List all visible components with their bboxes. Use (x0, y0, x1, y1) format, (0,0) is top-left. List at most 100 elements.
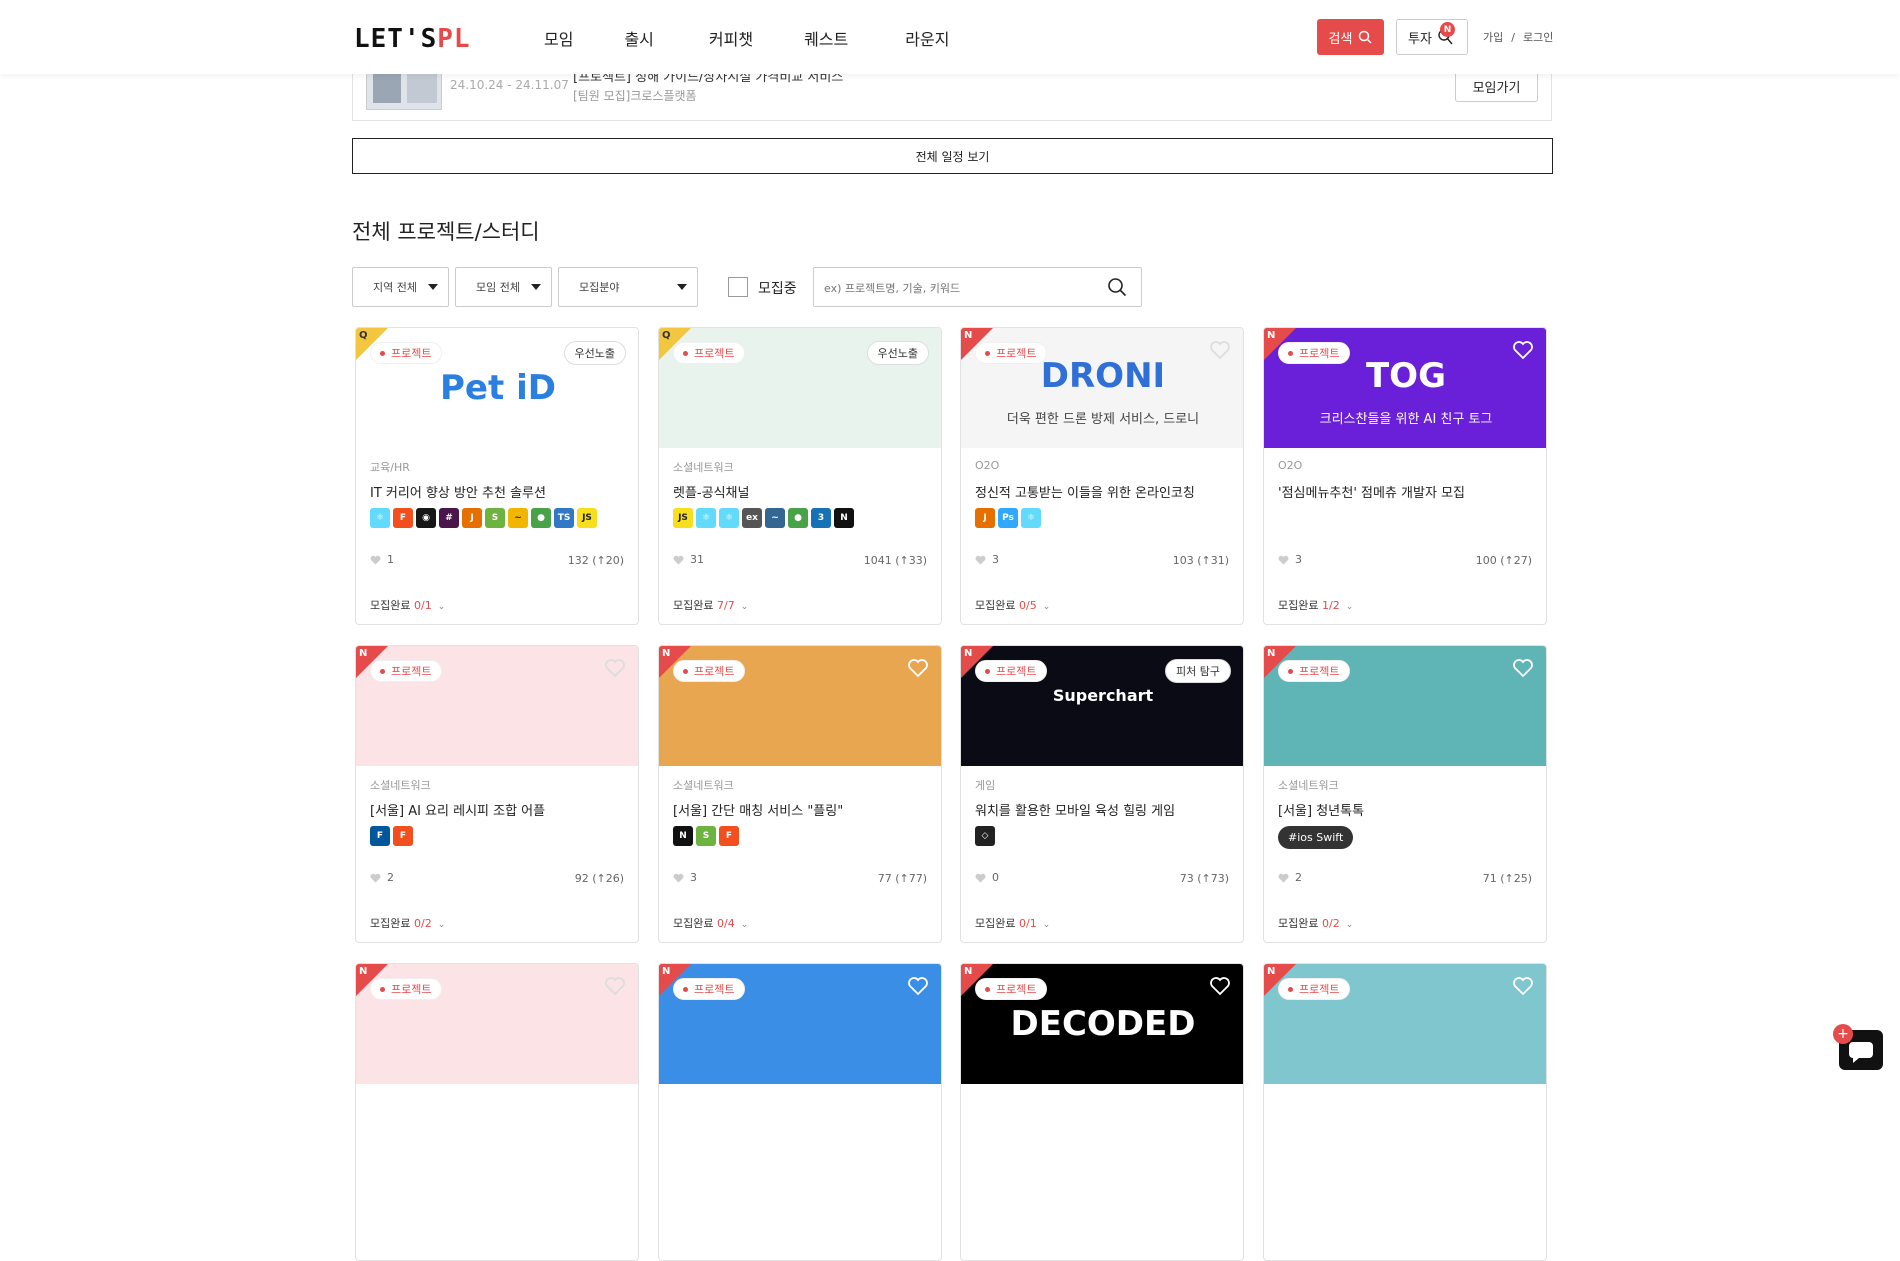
tech-stack-icon: J (975, 508, 995, 528)
site-logo[interactable]: LET'SPL (354, 24, 471, 54)
nav-launch[interactable]: 출시 (624, 26, 653, 50)
project-card[interactable]: N 프로젝트 (658, 963, 942, 1261)
project-card[interactable]: Q 프로젝트 우선노출 소셜네트워크 렛플-공식채널 JS ⚛ ⚛ ex ~ ● 3 N 31 1041 (… (658, 327, 942, 625)
nav-coffeechat[interactable]: 커피챗 (709, 26, 753, 50)
project-card[interactable]: DECODED N 프로젝트 (960, 963, 1244, 1261)
tech-stack-icon: S (696, 826, 716, 846)
tech-stack-icon: F (719, 826, 739, 846)
heart-icon[interactable] (907, 976, 929, 996)
tech-stack-icon: TS (554, 508, 574, 528)
card-title[interactable]: [서울] 간단 매칭 서비스 "플링" (673, 800, 843, 819)
heart-icon[interactable] (604, 658, 626, 678)
nav-quest[interactable]: 퀘스트 (804, 26, 848, 50)
banner-subtext: 크리스찬들을 위한 AI 친구 토그 (1319, 412, 1493, 427)
card-title[interactable]: IT 커리어 향상 방안 추천 솔루션 (370, 482, 546, 501)
card-view-count: 132 (↑20) (567, 554, 624, 567)
heart-icon[interactable] (604, 976, 626, 996)
schedule-date: 24.10.24 - 24.11.07 (450, 78, 569, 92)
invest-button[interactable]: 투자 N (1396, 19, 1468, 55)
tech-stack-list: FF (370, 826, 413, 846)
card-recruit-status[interactable]: 모집완료 0/2 ⌄ (370, 915, 445, 931)
tech-tag-pill: #ios Swift (1278, 826, 1354, 849)
recruiting-checkbox[interactable] (728, 277, 748, 297)
tech-stack-list: J Ps ⚛ (975, 508, 1041, 528)
nav-meeting[interactable]: 모임 (544, 26, 573, 50)
card-corner-letter: N (662, 966, 671, 977)
status-count: 0/2 (1321, 917, 1340, 930)
card-corner-letter: N (964, 966, 973, 977)
chat-button[interactable]: + (1833, 1024, 1883, 1070)
auth-links: 가입 / 로그인 (1479, 29, 1557, 45)
status-label: 모집완료 (370, 917, 411, 930)
card-recruit-status[interactable]: 모집완료 1/2 ⌄ (1278, 597, 1353, 613)
project-card[interactable]: N 프로젝트 소셜네트워크 [서울] 간단 매칭 서비스 "플링" N S F 3 77 (↑7… (658, 645, 942, 943)
status-label: 모집완료 (975, 917, 1016, 930)
search-button[interactable]: 검색 (1317, 19, 1384, 55)
logo-main: LET'S (354, 24, 438, 54)
login-link[interactable]: 로그인 (1523, 31, 1553, 44)
tech-stack-icon: JS (577, 508, 597, 528)
card-title[interactable]: [서울] AI 요리 레시피 조합 어플 (370, 800, 545, 819)
signup-link[interactable]: 가입 (1483, 31, 1503, 44)
heart-icon[interactable] (1512, 976, 1534, 996)
card-category: O2O (975, 459, 1000, 472)
card-promo-badge: 우선노출 (866, 341, 929, 365)
region-filter[interactable]: 지역 전체 (352, 267, 449, 307)
invest-button-label: 투자 (1408, 31, 1432, 47)
search-icon[interactable] (1107, 277, 1127, 297)
card-title[interactable]: 정신적 고통받는 이들을 위한 온라인코칭 (975, 482, 1195, 501)
heart-icon[interactable] (1209, 340, 1231, 360)
card-view-count: 71 (↑25) (1482, 872, 1532, 885)
project-card[interactable]: Pet iD Q 프로젝트 우선노출 교육/HR IT 커리어 향상 방안 추천 솔루션 ⚛… (355, 327, 639, 625)
card-type-badge: 프로젝트 (370, 660, 443, 682)
view-all-schedule-button[interactable]: 전체 일정 보기 (352, 138, 1553, 174)
status-count: 7/7 (716, 599, 735, 612)
card-corner-letter: N (1267, 330, 1276, 341)
main-nav: 모임 출시 커피챗 퀘스트 라운지 (544, 26, 949, 50)
card-type-badge: 프로젝트 (370, 342, 443, 364)
card-likes: 31 (673, 553, 704, 566)
card-type-badge: 프로젝트 (370, 978, 443, 1000)
card-title[interactable]: '점심메뉴추천' 점메츄 개발자 모집 (1278, 482, 1465, 501)
project-search-input[interactable] (824, 278, 1084, 298)
project-card[interactable]: N 프로젝트 소셜네트워크 [서울] AI 요리 레시피 조합 어플 F F 2 92 (↑2… (355, 645, 639, 943)
card-title[interactable]: 워치를 활용한 모바일 육성 힐링 게임 (975, 800, 1175, 819)
card-recruit-status[interactable]: 모집완료 7/7 ⌄ (673, 597, 748, 613)
logo-accent: PL (437, 24, 471, 54)
invest-new-badge: N (1440, 22, 1455, 37)
caret-down-icon (531, 284, 541, 290)
card-recruit-status[interactable]: 모집완료 0/2 ⌄ (1278, 915, 1353, 931)
heart-icon[interactable] (907, 658, 929, 678)
project-card[interactable]: N 프로젝트 (1263, 963, 1547, 1261)
status-label: 모집완료 (673, 917, 714, 930)
meeting-filter[interactable]: 모임 전체 (455, 267, 552, 307)
banner-text: DECODED (1010, 1004, 1196, 1044)
heart-icon[interactable] (1512, 340, 1534, 360)
heart-small-icon (673, 873, 684, 882)
project-card[interactable]: DRONI 더욱 편한 드론 방제 서비스, 드로니 N 프로젝트 O2O 정신적 고통받… (960, 327, 1244, 625)
tech-stack-icon: S (485, 508, 505, 528)
card-corner-letter: Q (359, 330, 368, 341)
field-filter[interactable]: 모집분야 (558, 267, 698, 307)
banner-text: Superchart (1052, 686, 1154, 705)
project-card[interactable]: Superchart N 프로젝트 피처 탐구 게임 워치를 활용한 모바일 육성 힐링 … (960, 645, 1244, 943)
heart-icon[interactable] (1512, 658, 1534, 678)
card-likes: 3 (673, 871, 697, 884)
card-title[interactable]: [서울] 청년톡톡 (1278, 800, 1364, 819)
banner-subtext: 더욱 편한 드론 방제 서비스, 드로니 (1006, 412, 1200, 427)
tech-stack-icon: ⚛ (719, 508, 739, 528)
card-recruit-status[interactable]: 모집완료 0/5 ⌄ (975, 597, 1050, 613)
project-card[interactable]: N 프로젝트 소셜네트워크 [서울] 청년톡톡 #ios Swift 2 71 (↑25) 모… (1263, 645, 1547, 943)
heart-icon[interactable] (1209, 976, 1231, 996)
nav-lounge[interactable]: 라운지 (905, 26, 949, 50)
chevron-down-icon: ⌄ (740, 602, 749, 612)
card-title[interactable]: 렛플-공식채널 (673, 482, 749, 501)
project-card[interactable]: N 프로젝트 (355, 963, 639, 1261)
status-count: 0/5 (1018, 599, 1037, 612)
card-recruit-status[interactable]: 모집완료 0/1 ⌄ (370, 597, 445, 613)
card-recruit-status[interactable]: 모집완료 0/4 ⌄ (673, 915, 748, 931)
project-card[interactable]: TOG 크리스찬들을 위한 AI 친구 토그 N 프로젝트 O2O '점심메뉴추천' 점메… (1263, 327, 1547, 625)
tech-stack-icon: F (393, 826, 413, 846)
card-recruit-status[interactable]: 모집완료 0/1 ⌄ (975, 915, 1050, 931)
join-meeting-button[interactable]: 모임가기 (1455, 70, 1538, 102)
